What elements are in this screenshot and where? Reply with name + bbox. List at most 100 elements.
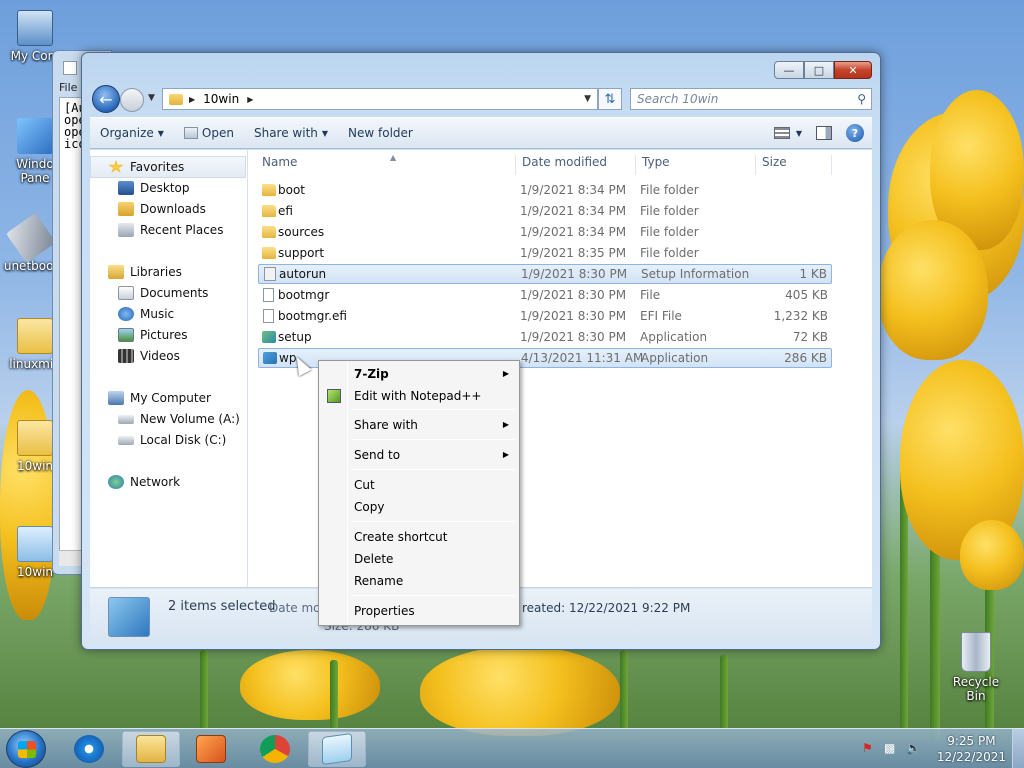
menu-item-delete[interactable]: Delete xyxy=(354,552,393,566)
music-icon xyxy=(118,307,134,321)
menu-file[interactable]: File xyxy=(59,81,77,94)
file-row-bootmgr-efi[interactable]: bootmgr.efi 1/9/2021 8:30 PM EFI File 1,232… xyxy=(258,306,832,326)
recent-pages-dropdown[interactable]: ▼ xyxy=(148,93,155,103)
forward-button[interactable] xyxy=(120,88,144,112)
nav-pictures[interactable]: Pictures xyxy=(118,328,188,342)
menu-item-create-shortcut[interactable]: Create shortcut xyxy=(354,530,447,544)
file-icon xyxy=(263,288,274,302)
close-button[interactable]: ✕ xyxy=(834,61,872,79)
menu-gutter xyxy=(347,363,348,623)
network-icon xyxy=(108,475,124,489)
action-center-flag-icon[interactable]: ⚑ xyxy=(862,741,878,755)
minimize-button[interactable]: — xyxy=(774,61,804,79)
start-button[interactable] xyxy=(6,730,46,768)
nav-new-volume[interactable]: New Volume (A:) xyxy=(118,412,240,426)
back-button[interactable]: ← xyxy=(92,85,120,113)
folder-icon xyxy=(262,226,276,238)
breadcrumb-10win[interactable]: 10win xyxy=(203,92,239,106)
share-with-button[interactable]: Share with ▼ xyxy=(244,126,338,140)
taskbar-notepad[interactable] xyxy=(308,731,366,767)
file-row-sources[interactable]: sources 1/9/2021 8:34 PM File folder xyxy=(258,222,832,242)
help-icon[interactable]: ? xyxy=(846,124,864,142)
nav-recent-places[interactable]: Recent Places xyxy=(118,223,223,237)
selected-items-icon xyxy=(108,597,150,637)
taskbar-windows-explorer[interactable] xyxy=(122,731,180,767)
system-tray: ⚑ ▩ 🔈 9:25 PM 12/22/2021 xyxy=(858,729,1024,768)
file-row-bootmgr[interactable]: bootmgr 1/9/2021 8:30 PM File 405 KB xyxy=(258,285,832,305)
organize-button[interactable]: Organize ▼ xyxy=(90,126,174,140)
breadcrumb-chevron-icon[interactable]: ▶ xyxy=(189,95,195,104)
maximize-button[interactable]: □ xyxy=(804,61,834,79)
nav-my-computer[interactable]: My Computer xyxy=(108,391,211,405)
setup-application-icon xyxy=(262,331,276,343)
file-row-efi[interactable]: efi 1/9/2021 8:34 PM File folder xyxy=(258,201,832,221)
address-dropdown-icon[interactable]: ▼ xyxy=(584,94,591,104)
column-date-header[interactable]: Date modified xyxy=(516,155,636,175)
volume-icon[interactable]: 🔈 xyxy=(906,741,922,755)
clock[interactable]: 9:25 PM 12/22/2021 xyxy=(937,733,1006,765)
star-icon xyxy=(108,160,124,173)
search-icon[interactable]: ⚲ xyxy=(857,92,866,106)
computer-icon xyxy=(108,391,124,405)
context-menu[interactable]: 7-Zip ▶ Edit with Notepad++ Share with ▶… xyxy=(318,360,520,626)
desktop-icon xyxy=(118,181,134,195)
file-row-support[interactable]: support 1/9/2021 8:35 PM File folder xyxy=(258,243,832,263)
column-type-header[interactable]: Type xyxy=(636,155,756,175)
nav-network[interactable]: Network xyxy=(108,475,180,489)
file-row-setup[interactable]: setup 1/9/2021 8:30 PM Application 72 KB xyxy=(258,327,832,347)
downloads-icon xyxy=(118,202,134,216)
file-row-boot[interactable]: boot 1/9/2021 8:34 PM File folder xyxy=(258,180,832,200)
recent-places-icon xyxy=(118,223,134,237)
menu-item-send-to[interactable]: Send to xyxy=(354,448,400,462)
column-name-header[interactable]: Name ▲ xyxy=(256,153,516,175)
nav-favorites[interactable]: Favorites xyxy=(108,160,184,174)
recycle-bin-desktop-icon[interactable]: Recycle Bin xyxy=(944,632,1008,703)
menu-item-copy[interactable]: Copy xyxy=(354,500,384,514)
open-button[interactable]: Open xyxy=(174,126,244,140)
nav-libraries[interactable]: Libraries xyxy=(108,265,182,279)
setup-information-icon xyxy=(264,267,276,281)
command-bar: Organize ▼ Open Share with ▼ New folder ▼ … xyxy=(90,117,872,149)
nav-videos[interactable]: Videos xyxy=(118,349,180,363)
nav-desktop[interactable]: Desktop xyxy=(118,181,190,195)
network-tray-icon[interactable]: ▩ xyxy=(884,741,900,755)
view-options-chevron-icon[interactable]: ▼ xyxy=(796,129,802,138)
submenu-arrow-icon: ▶ xyxy=(502,369,509,378)
preview-pane-icon[interactable] xyxy=(816,126,832,140)
menu-item-properties[interactable]: Properties xyxy=(354,604,415,618)
menu-item-cut[interactable]: Cut xyxy=(354,478,375,492)
navigation-pane[interactable]: Favorites Desktop Downloads Recent Place… xyxy=(90,150,248,587)
nav-music[interactable]: Music xyxy=(118,307,174,321)
panel-icon xyxy=(17,118,53,154)
iso-file-icon xyxy=(17,420,53,456)
file-row-autorun[interactable]: autorun 1/9/2021 8:30 PM Setup Information… xyxy=(258,264,832,284)
folder-icon xyxy=(136,735,166,763)
nav-downloads[interactable]: Downloads xyxy=(118,202,206,216)
new-folder-button[interactable]: New folder xyxy=(338,126,423,140)
folder-icon xyxy=(262,247,276,259)
taskbar-media-player[interactable] xyxy=(182,731,240,767)
menu-item-rename[interactable]: Rename xyxy=(354,574,403,588)
folder-icon xyxy=(17,526,53,562)
refresh-button[interactable]: ⇅ xyxy=(598,88,622,110)
nav-documents[interactable]: Documents xyxy=(118,286,208,300)
search-input[interactable]: Search 10win ⚲ xyxy=(630,88,872,110)
menu-separator xyxy=(351,595,515,596)
rocket-icon xyxy=(5,212,57,264)
taskbar-chrome[interactable] xyxy=(246,731,304,767)
submenu-arrow-icon: ▶ xyxy=(502,450,509,459)
menu-item-edit-notepad[interactable]: Edit with Notepad++ xyxy=(354,389,481,403)
refresh-icon: ⇅ xyxy=(604,91,616,107)
nav-local-disk[interactable]: Local Disk (C:) xyxy=(118,433,226,447)
menu-separator xyxy=(351,409,515,410)
column-size-header[interactable]: Size xyxy=(756,155,832,175)
change-view-icon[interactable] xyxy=(773,127,790,139)
menu-item-7zip[interactable]: 7-Zip xyxy=(354,367,389,381)
breadcrumb-chevron-icon[interactable]: ▶ xyxy=(247,95,253,104)
back-arrow-icon: ← xyxy=(99,89,113,109)
menu-item-share-with[interactable]: Share with xyxy=(354,418,418,432)
address-bar[interactable]: ▶ 10win ▶ ▼ xyxy=(162,88,598,110)
taskbar-internet-explorer[interactable] xyxy=(60,731,118,767)
show-desktop-button[interactable] xyxy=(1012,729,1024,768)
internet-explorer-icon xyxy=(74,735,104,763)
